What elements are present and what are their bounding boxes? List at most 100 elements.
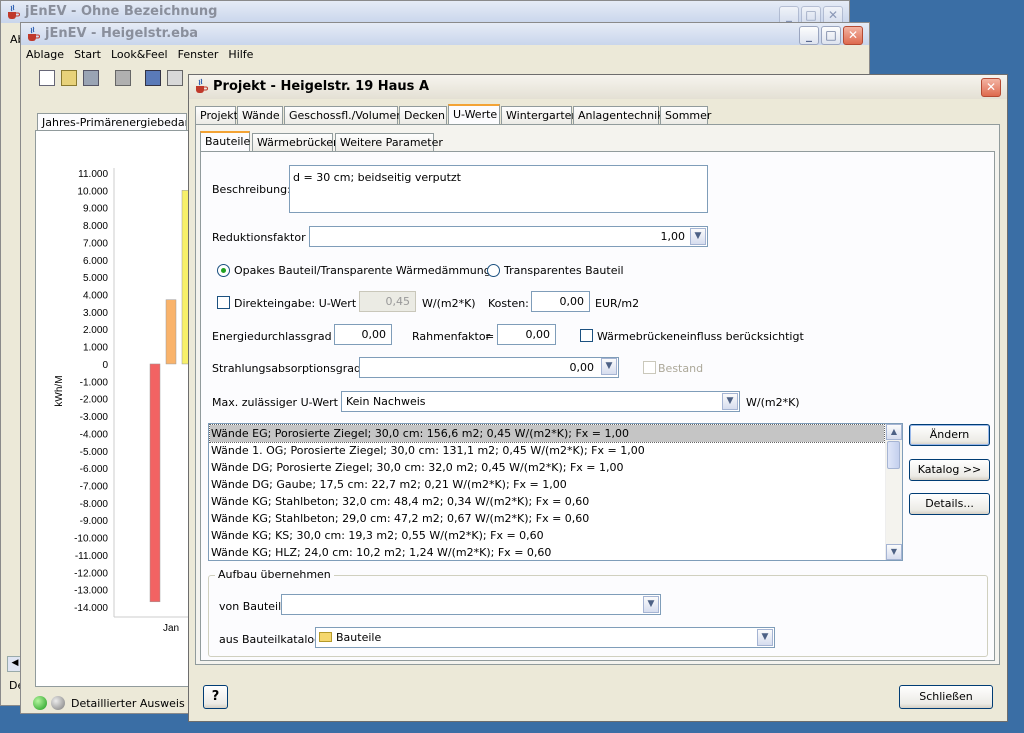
gray-status-light-icon (51, 696, 65, 710)
print-icon[interactable] (115, 70, 131, 86)
beschreibung-label: Beschreibung: (212, 183, 291, 196)
scroll-thumb[interactable] (887, 441, 900, 469)
y-tick-label: -3.000 (80, 412, 109, 423)
sub-tab-bar: Bauteile Wärmebrücken Weitere Parameter (200, 131, 500, 152)
list-scrollbar[interactable]: ▲ ▼ (885, 424, 902, 560)
max-u-wert-combo[interactable]: Kein Nachweis ▼ (341, 391, 740, 412)
tab-anlagentechnik[interactable]: Anlagentechnik (573, 106, 664, 124)
von-bauteil-combo[interactable]: ▼ (281, 594, 661, 615)
y-tick-label: 6.000 (83, 256, 108, 267)
y-tick-label: 10.000 (77, 186, 108, 197)
tab-sommer[interactable]: Sommer (660, 106, 711, 124)
bauteilkatalog-combo[interactable]: Bauteile ▼ (315, 627, 775, 648)
chevron-down-icon[interactable]: ▼ (601, 358, 617, 375)
house-icon[interactable] (145, 70, 161, 86)
menu-fenster[interactable]: Fenster (173, 45, 224, 64)
java-cup-icon (28, 26, 40, 41)
status-label: Detaillierter Ausweis (71, 697, 185, 710)
bar (149, 363, 161, 603)
java-cup-icon (8, 4, 20, 19)
katalog-button[interactable]: Katalog >> (909, 459, 990, 481)
list-item[interactable]: Wände KG; Stahlbeton; 29,0 cm: 47,2 m2; … (210, 510, 884, 527)
max-u-wert-value: Kein Nachweis (346, 395, 426, 408)
list-item[interactable]: Wände 1. OG; Porosierte Ziegel; 30,0 cm:… (210, 442, 884, 459)
katalog-label: aus Bauteilkatalog: (219, 633, 325, 646)
y-tick-label: 7.000 (83, 238, 108, 249)
y-tick-label: 9.000 (83, 204, 108, 215)
menu-start[interactable]: Start (69, 45, 106, 64)
y-tick-label: 8.000 (83, 221, 108, 232)
tab-u-werte[interactable]: U-Werte (448, 104, 500, 125)
rahmenfaktor-field[interactable]: 0,00 (497, 324, 556, 345)
chevron-down-icon[interactable]: ▼ (690, 228, 706, 245)
radio-transparent-label[interactable]: Transparentes Bauteil (504, 264, 624, 277)
y-tick-label: 5.000 (83, 273, 108, 284)
menu-look-feel[interactable]: Look&Feel (106, 45, 173, 64)
bauteile-list[interactable]: Wände EG; Porosierte Ziegel; 30,0 cm: 15… (208, 423, 903, 561)
chevron-down-icon[interactable]: ▼ (722, 393, 738, 410)
bestand-checkbox[interactable] (643, 361, 656, 374)
list-item[interactable]: Wände EG; Porosierte Ziegel; 30,0 cm: 15… (209, 424, 885, 443)
list-icon[interactable] (167, 70, 183, 86)
chart-tab[interactable]: Jahres-Primärenergiebedarf (37, 113, 187, 131)
list-item[interactable]: Wände KG; Stahlbeton; 32,0 cm: 48,4 m2; … (210, 493, 884, 510)
schliessen-button[interactable]: Schließen (899, 685, 993, 709)
beschreibung-textarea[interactable]: d = 30 cm; beidseitig verputzt (289, 165, 708, 213)
y-tick-label: -4.000 (80, 429, 109, 440)
menu-ablage[interactable]: Ablage (21, 45, 69, 64)
main-window-titlebar[interactable]: jEnEV - Heigelstr.eba _ □ ✕ (21, 23, 869, 45)
project-dialog[interactable]: Projekt - Heigelstr. 19 Haus A ✕ Projekt… (188, 74, 1008, 722)
direkteingabe-checkbox[interactable] (217, 296, 230, 309)
tab-decken[interactable]: Decken (399, 106, 447, 124)
aendern-button[interactable]: Ändern (909, 424, 990, 446)
radio-transparent[interactable] (487, 264, 500, 277)
maximize-button[interactable]: □ (821, 26, 841, 45)
scroll-down-icon[interactable]: ▼ (886, 544, 902, 560)
dialog-close-button[interactable]: ✕ (981, 78, 1001, 97)
strahlungsabsorption-label: Strahlungsabsorptionsgrad = (212, 362, 374, 375)
subtab-bauteile[interactable]: Bauteile (200, 131, 250, 152)
chevron-down-icon[interactable]: ▼ (757, 629, 773, 646)
waermebrueckeneinfluss-label[interactable]: Wärmebrückeneinfluss berücksichtigt (597, 330, 804, 343)
list-item[interactable]: Wände KG; KS; 30,0 cm: 19,3 m2; 0,55 W/(… (210, 527, 884, 544)
y-tick-label: -11.000 (75, 551, 109, 562)
tab-waende[interactable]: Wände (237, 106, 283, 124)
reduktion-value: 1,00 (660, 230, 686, 243)
radio-opak[interactable] (217, 264, 230, 277)
strahlungsabsorption-combo[interactable]: 0,00 (359, 357, 619, 378)
toolbar (21, 67, 191, 93)
radio-opak-label[interactable]: Opakes Bauteil/Transparente Wärmedämmung (234, 264, 491, 277)
reduktion-combo[interactable]: 1,00 ▼ (309, 226, 708, 247)
kosten-field[interactable]: 0,00 (531, 291, 590, 312)
bestand-label[interactable]: Bestand (658, 362, 703, 375)
y-axis-label: kWh/M (54, 375, 65, 406)
new-file-icon[interactable] (39, 70, 55, 86)
subtab-weitere-parameter[interactable]: Weitere Parameter (335, 133, 443, 151)
tab-geschossflaeche[interactable]: Geschossfl./Volumen (284, 106, 403, 124)
menu-hilfe[interactable]: Hilfe (223, 45, 258, 64)
waermebrueckeneinfluss-checkbox[interactable] (580, 329, 593, 342)
u-wert-field[interactable]: 0,45 (359, 291, 416, 312)
minimize-button[interactable]: _ (799, 26, 819, 45)
save-icon[interactable] (83, 70, 99, 86)
tab-wintergarten[interactable]: Wintergarten (501, 106, 578, 124)
back-window-titlebar[interactable]: jEnEV - Ohne Bezeichnung _ □ ✕ (1, 1, 849, 25)
open-folder-icon[interactable] (61, 70, 77, 86)
list-item[interactable]: Wände DG; Porosierte Ziegel; 30,0 cm: 32… (210, 459, 884, 476)
chevron-down-icon[interactable]: ▼ (643, 596, 659, 613)
list-item[interactable]: Wände KG; HLZ; 24,0 cm: 10,2 m2; 1,24 W/… (210, 544, 884, 560)
list-item[interactable]: Wände DG; Gaube; 17,5 cm: 22,7 m2; 0,21 … (210, 476, 884, 493)
close-button[interactable]: ✕ (843, 26, 863, 45)
y-tick-label: -7.000 (80, 481, 109, 492)
details-button[interactable]: Details... (909, 493, 990, 515)
dialog-titlebar[interactable]: Projekt - Heigelstr. 19 Haus A ✕ (189, 75, 1007, 99)
direkteingabe-label[interactable]: Direkteingabe: U-Wert = (234, 297, 369, 310)
menu-bar: Ablage Start Look&Feel Fenster Hilfe (21, 45, 869, 65)
y-tick-label: 2.000 (83, 325, 108, 336)
scroll-up-icon[interactable]: ▲ (886, 424, 902, 440)
subtab-waermebruecken[interactable]: Wärmebrücken (252, 133, 340, 151)
help-button[interactable]: ? (203, 685, 228, 709)
energiedurchlassgrad-field[interactable]: 0,00 (334, 324, 392, 345)
bauteile-panel: Beschreibung: d = 30 cm; beidseitig verp… (200, 151, 995, 661)
tab-projekt[interactable]: Projekt (195, 106, 238, 124)
